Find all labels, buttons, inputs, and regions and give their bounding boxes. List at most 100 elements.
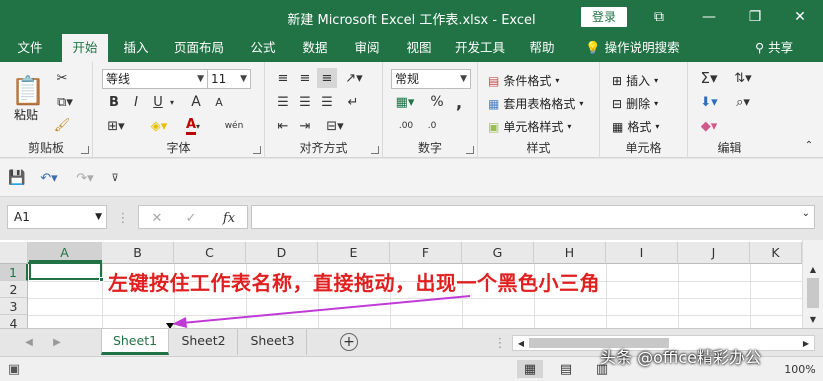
fill-icon[interactable]: ⬇▾ (694, 92, 724, 112)
merge-center-icon[interactable]: ⊟▾ (321, 116, 349, 136)
name-box[interactable]: A1 ▼ (7, 205, 107, 229)
tell-me-search[interactable]: 💡 操作说明搜索 (585, 34, 680, 62)
minimize-button[interactable]: — (686, 0, 732, 34)
ribbon-display-options-button[interactable]: ⧉ (636, 0, 682, 34)
column-header-k[interactable]: K (750, 242, 802, 264)
row-header-1[interactable]: 1 (0, 264, 28, 281)
row-header-3[interactable]: 3 (0, 298, 28, 315)
align-middle-icon[interactable]: ≡ (295, 68, 315, 88)
underline-dropdown-icon[interactable]: ▾ (167, 92, 177, 112)
row-header-2[interactable]: 2 (0, 281, 28, 298)
format-painter-icon[interactable]: 🖌 (52, 115, 72, 135)
number-format-select[interactable]: 常规 ▼ (391, 69, 471, 89)
comma-style-button[interactable]: , (449, 92, 469, 112)
tab-developer[interactable]: 开发工具 (450, 34, 510, 62)
font-launcher-icon[interactable] (253, 146, 261, 154)
orientation-icon[interactable]: ↗▾ (341, 68, 367, 88)
column-header-f[interactable]: F (390, 242, 462, 264)
clipboard-launcher-icon[interactable] (81, 146, 89, 154)
scroll-right-icon[interactable]: ▶ (800, 337, 812, 349)
tab-page-layout[interactable]: 页面布局 (166, 34, 232, 62)
sort-filter-icon[interactable]: ⇅▾ (728, 68, 758, 88)
tab-formulas[interactable]: 公式 (242, 34, 284, 62)
accounting-format-icon[interactable]: ▦▾ (391, 92, 419, 112)
tab-splitter-icon[interactable]: ⋮ (494, 335, 507, 351)
format-as-table-button[interactable]: ▦ 套用表格格式 ▾ (488, 95, 583, 112)
increase-font-button[interactable]: A (186, 92, 206, 112)
tab-data[interactable]: 数据 (294, 34, 336, 62)
login-button[interactable]: 登录 (581, 7, 627, 27)
fill-handle[interactable] (99, 277, 104, 282)
macro-record-icon[interactable]: ▣ (6, 361, 22, 377)
align-bottom-icon[interactable]: ≡ (317, 68, 337, 88)
page-layout-view-icon[interactable]: ▤ (553, 360, 579, 378)
zoom-level[interactable]: 100% (780, 361, 820, 377)
cut-icon[interactable]: ✂ (52, 68, 72, 88)
scroll-tabs-right-icon[interactable]: ▶ (50, 335, 64, 349)
share-button[interactable]: ⚲ 共享 (755, 34, 793, 62)
copy-icon[interactable]: ⧉▾ (52, 92, 78, 112)
decrease-decimal-icon[interactable]: .0 (421, 116, 443, 136)
clear-icon[interactable]: ◆▾ (694, 116, 724, 136)
paste-button[interactable]: 📋 (10, 70, 46, 110)
new-sheet-button[interactable]: + (340, 333, 358, 351)
sheet-tab-1[interactable]: Sheet1 (101, 329, 169, 355)
decrease-indent-icon[interactable]: ⇤ (273, 116, 293, 136)
column-header-j[interactable]: J (678, 242, 750, 264)
tab-review[interactable]: 审阅 (346, 34, 388, 62)
conditional-formatting-button[interactable]: ▤ 条件格式 ▾ (488, 72, 559, 89)
align-right-icon[interactable]: ☰ (317, 92, 337, 112)
column-header-b[interactable]: B (102, 242, 174, 264)
decrease-font-button[interactable]: A (209, 92, 229, 112)
column-header-c[interactable]: C (174, 242, 246, 264)
scroll-left-icon[interactable]: ◀ (515, 337, 527, 349)
row-header-4[interactable]: 4 (0, 315, 28, 328)
save-icon[interactable]: 💾 (7, 168, 27, 188)
scroll-down-icon[interactable]: ▼ (806, 312, 820, 326)
autosum-icon[interactable]: Σ▾ (694, 68, 724, 88)
align-left-icon[interactable]: ☰ (273, 92, 293, 112)
alignment-launcher-icon[interactable] (371, 146, 379, 154)
underline-button[interactable]: U (149, 92, 167, 112)
restore-button[interactable]: ❐ (732, 0, 778, 34)
scroll-up-icon[interactable]: ▲ (806, 262, 820, 276)
delete-cells-button[interactable]: ⊟ 删除 ▾ (612, 95, 658, 112)
selected-cell-a1[interactable] (29, 260, 102, 280)
align-center-icon[interactable]: ☰ (295, 92, 315, 112)
expand-formula-bar-icon[interactable]: ⌄ (802, 208, 810, 219)
phonetic-icon[interactable]: wén (219, 116, 249, 136)
font-name-select[interactable]: 等线 ▼ (102, 69, 208, 89)
collapse-ribbon-icon[interactable]: ⌃ (800, 136, 818, 154)
tab-file[interactable]: 文件 (8, 34, 52, 62)
column-header-d[interactable]: D (246, 242, 318, 264)
borders-icon[interactable]: ⊞▾ (103, 116, 129, 136)
number-launcher-icon[interactable] (466, 146, 474, 154)
scroll-tabs-left-icon[interactable]: ◀ (22, 335, 36, 349)
fill-color-icon[interactable]: ◈▾ (145, 116, 173, 136)
cell-styles-button[interactable]: ▣ 单元格样式 ▾ (488, 118, 571, 135)
normal-view-icon[interactable]: ▦ (517, 360, 543, 378)
sheet-tab-2[interactable]: Sheet2 (170, 329, 238, 355)
tab-view[interactable]: 视图 (398, 34, 440, 62)
percent-style-button[interactable]: % (427, 92, 447, 112)
enter-icon[interactable]: ✓ (181, 208, 201, 228)
align-top-icon[interactable]: ≡ (273, 68, 293, 88)
column-header-e[interactable]: E (318, 242, 390, 264)
wrap-text-icon[interactable]: ↵ (343, 92, 363, 112)
customize-qat-icon[interactable]: ⊽ (106, 168, 124, 188)
cancel-icon[interactable]: ✕ (147, 208, 167, 228)
increase-indent-icon[interactable]: ⇥ (295, 116, 315, 136)
font-size-select[interactable]: 11 ▼ (207, 69, 251, 89)
select-all-corner[interactable] (0, 242, 28, 264)
redo-icon[interactable]: ↷▾ (70, 168, 100, 188)
italic-button[interactable]: I (127, 92, 145, 112)
tab-help[interactable]: 帮助 (520, 34, 564, 62)
vertical-scroll-thumb[interactable] (807, 278, 819, 308)
bold-button[interactable]: B (105, 92, 123, 112)
column-header-h[interactable]: H (534, 242, 606, 264)
close-button[interactable]: ✕ (777, 0, 823, 34)
sheet-tab-3[interactable]: Sheet3 (239, 329, 307, 355)
insert-cells-button[interactable]: ⊞ 插入 ▾ (612, 72, 658, 89)
column-header-i[interactable]: I (606, 242, 678, 264)
tab-insert[interactable]: 插入 (114, 34, 158, 62)
